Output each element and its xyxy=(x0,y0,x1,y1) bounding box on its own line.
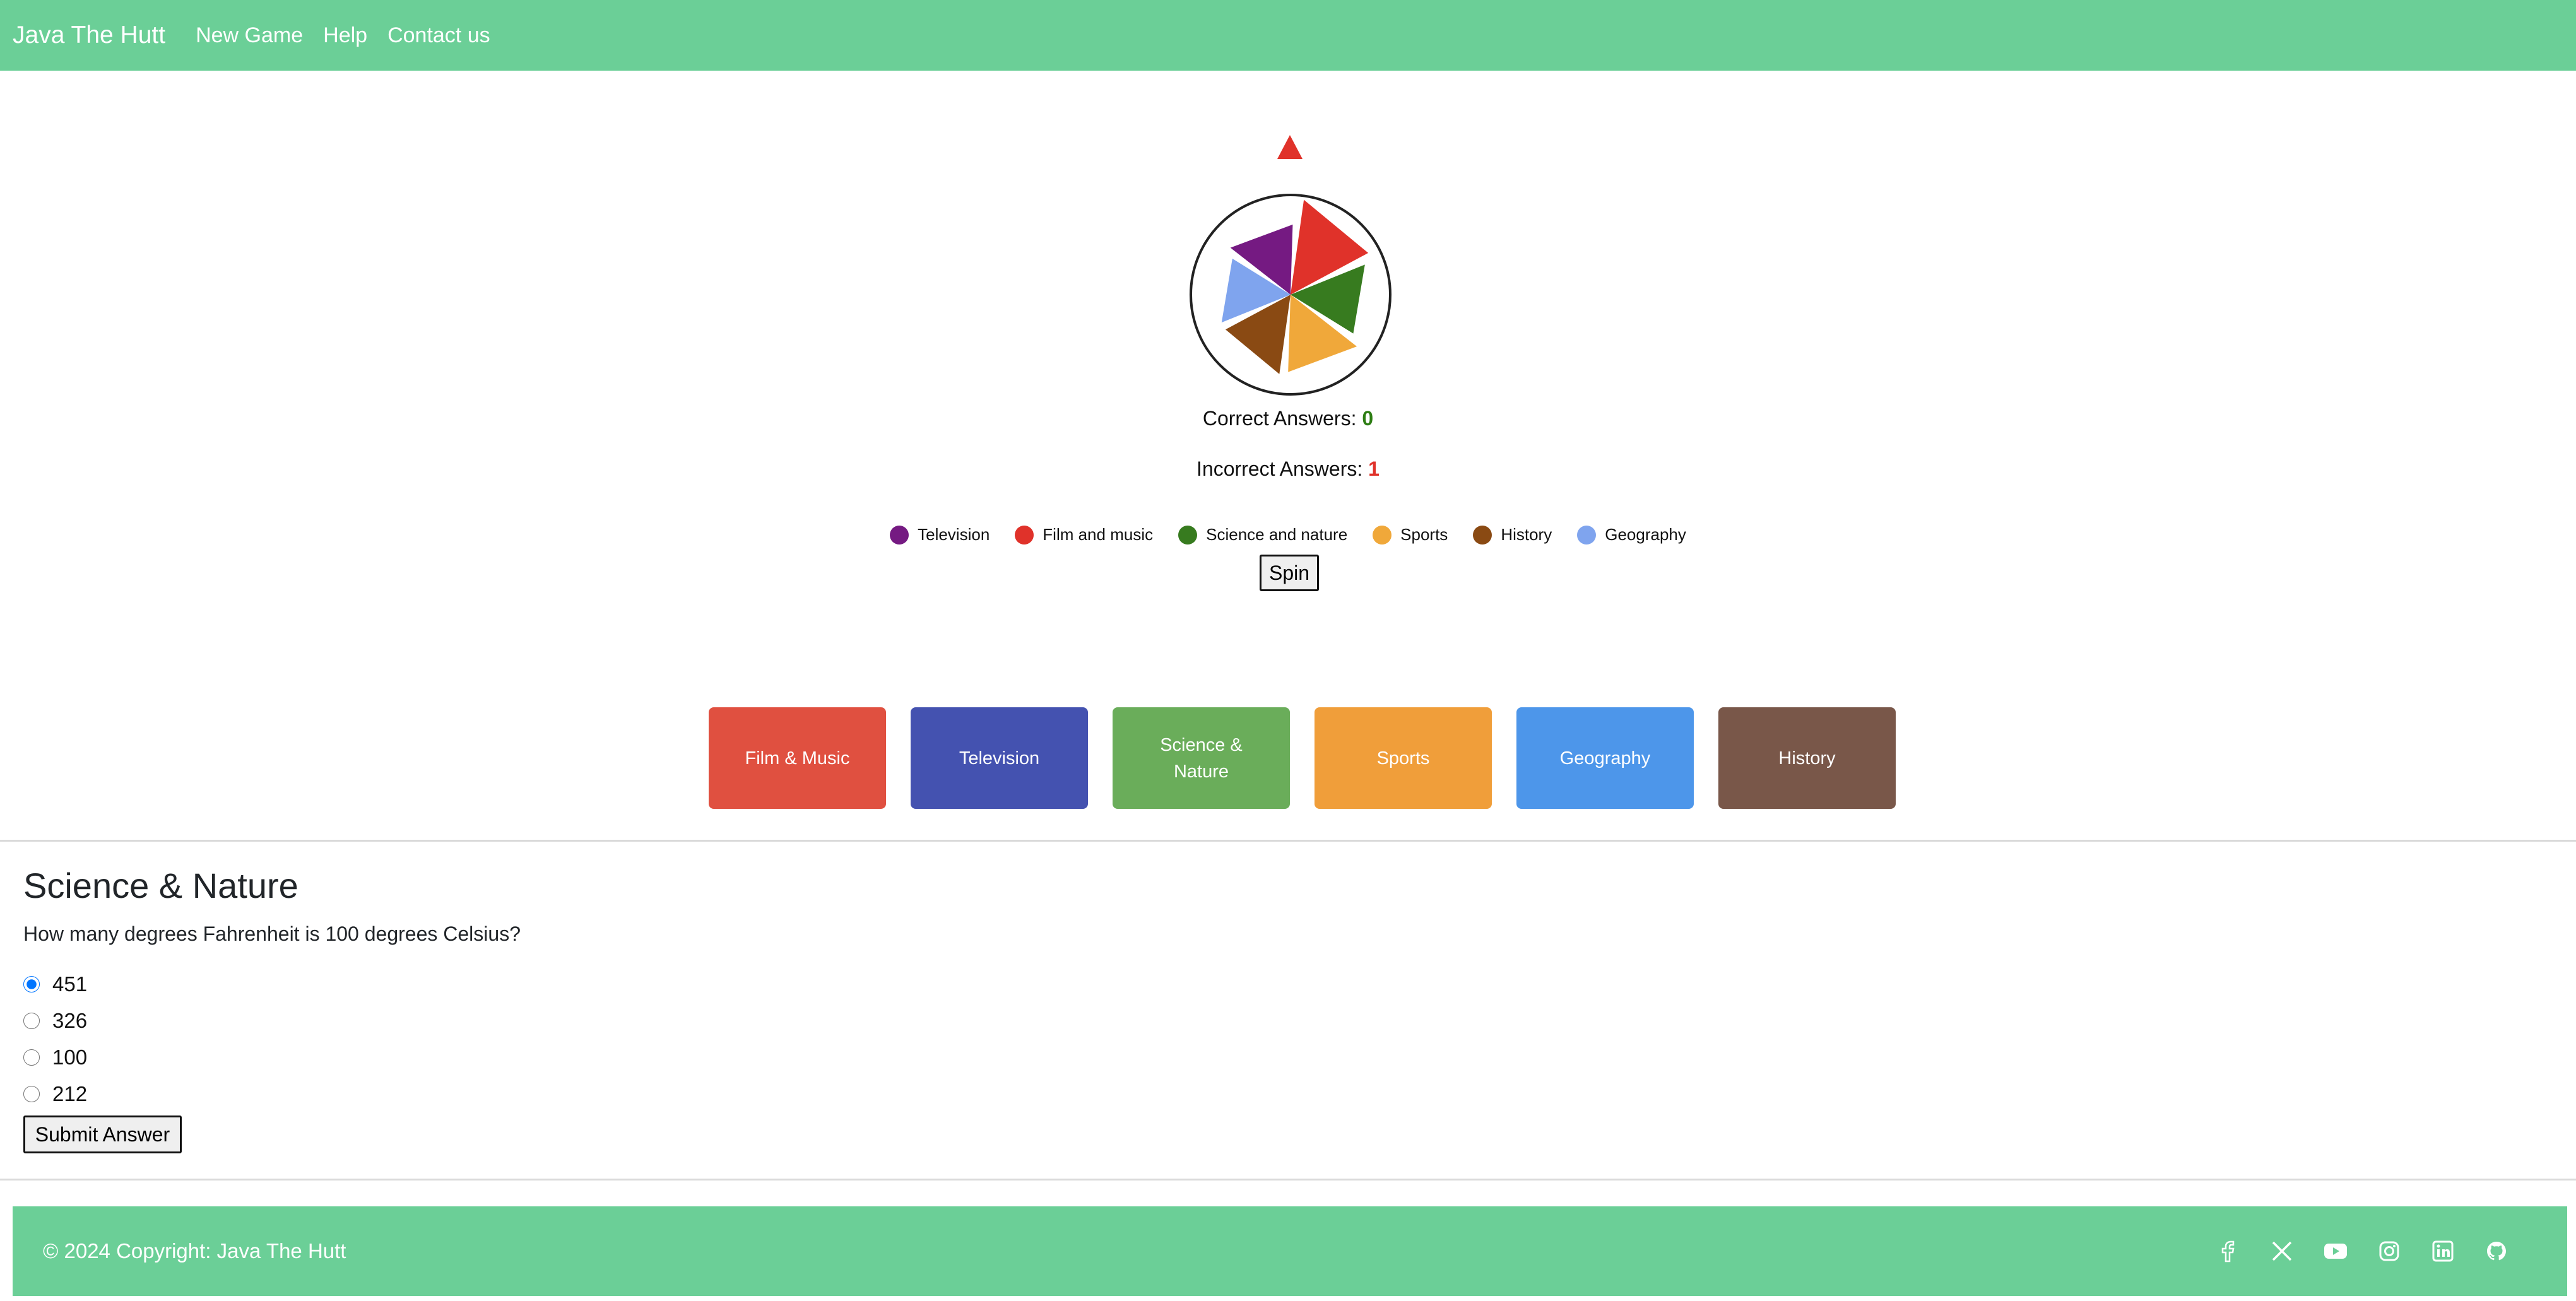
question-text: How many degrees Fahrenheit is 100 degre… xyxy=(23,922,521,945)
answer-option[interactable]: 326 xyxy=(23,1009,87,1033)
legend-label: Television xyxy=(918,525,990,544)
navbar: Java The Hutt New Game Help Contact us xyxy=(0,0,2576,71)
question-category-title: Science & Nature xyxy=(23,866,298,905)
incorrect-answers-label: Incorrect Answers: xyxy=(1196,457,1363,480)
legend-dot xyxy=(890,525,909,545)
legend-label: Science and nature xyxy=(1206,525,1348,544)
category-button-sports[interactable]: Sports xyxy=(1315,707,1492,809)
spin-button[interactable]: Spin xyxy=(1260,555,1319,591)
answer-label: 212 xyxy=(52,1082,88,1105)
answer-option[interactable]: 100 xyxy=(23,1045,87,1069)
answer-label: 100 xyxy=(52,1045,88,1069)
legend-label: Film and music xyxy=(1043,525,1154,544)
divider xyxy=(0,1179,2576,1180)
legend-item-television: Television xyxy=(890,525,990,545)
correct-answers-value: 0 xyxy=(1362,407,1374,430)
nav-help[interactable]: Help xyxy=(323,23,367,48)
answer-option[interactable]: 451 xyxy=(23,972,87,996)
wheel-pointer-icon xyxy=(1277,135,1303,159)
brand-link[interactable]: Java The Hutt xyxy=(13,21,165,49)
category-button-science-nature[interactable]: Science & Nature xyxy=(1113,707,1290,809)
footer: © 2024 Copyright: Java The Hutt xyxy=(13,1206,2567,1296)
legend-item-film-and-music: Film and music xyxy=(1015,525,1153,545)
incorrect-answers: Incorrect Answers: 1 xyxy=(0,457,2576,481)
correct-answers-label: Correct Answers: xyxy=(1202,407,1357,430)
spin-wheel[interactable] xyxy=(1186,191,1395,399)
divider xyxy=(0,840,2576,842)
category-button-history[interactable]: History xyxy=(1718,707,1896,809)
legend-dot xyxy=(1577,525,1597,545)
legend-dot xyxy=(1178,525,1198,545)
category-button-television[interactable]: Television xyxy=(911,707,1088,809)
submit-answer-button[interactable]: Submit Answer xyxy=(23,1116,182,1153)
legend-dot xyxy=(1373,525,1392,545)
footer-copyright: © 2024 Copyright: Java The Hutt xyxy=(43,1239,346,1263)
wheel-legend: Television Film and music Science and na… xyxy=(0,525,2576,545)
social-links xyxy=(2189,1206,2510,1296)
answer-label: 326 xyxy=(52,1009,88,1032)
answer-radio[interactable] xyxy=(23,1049,40,1066)
github-icon[interactable] xyxy=(2483,1237,2510,1265)
legend-item-science-and-nature: Science and nature xyxy=(1178,525,1347,545)
nav-contact-us[interactable]: Contact us xyxy=(387,23,490,48)
legend-dot xyxy=(1473,525,1492,545)
instagram-icon[interactable] xyxy=(2375,1237,2403,1265)
legend-label: Sports xyxy=(1400,525,1448,544)
category-button-geography[interactable]: Geography xyxy=(1516,707,1694,809)
answer-radio[interactable] xyxy=(23,976,40,992)
nav-new-game[interactable]: New Game xyxy=(196,23,303,48)
answer-radio[interactable] xyxy=(23,1086,40,1102)
x-icon[interactable] xyxy=(2268,1237,2296,1265)
answer-option[interactable]: 212 xyxy=(23,1082,87,1106)
category-button-film-music[interactable]: Film & Music xyxy=(709,707,886,809)
legend-item-history: History xyxy=(1473,525,1552,545)
answer-radio[interactable] xyxy=(23,1013,40,1029)
facebook-icon[interactable] xyxy=(2214,1237,2242,1265)
legend-item-geography: Geography xyxy=(1577,525,1686,545)
correct-answers: Correct Answers: 0 xyxy=(0,407,2576,430)
incorrect-answers-value: 1 xyxy=(1368,457,1380,480)
legend-label: Geography xyxy=(1605,525,1686,544)
legend-dot xyxy=(1015,525,1034,545)
legend-label: History xyxy=(1501,525,1552,544)
linkedin-icon[interactable] xyxy=(2429,1237,2457,1265)
youtube-icon[interactable] xyxy=(2322,1237,2349,1265)
legend-item-sports: Sports xyxy=(1373,525,1448,545)
answer-label: 451 xyxy=(52,972,88,996)
category-buttons: Film & Music Television Science & Nature… xyxy=(709,707,1896,809)
